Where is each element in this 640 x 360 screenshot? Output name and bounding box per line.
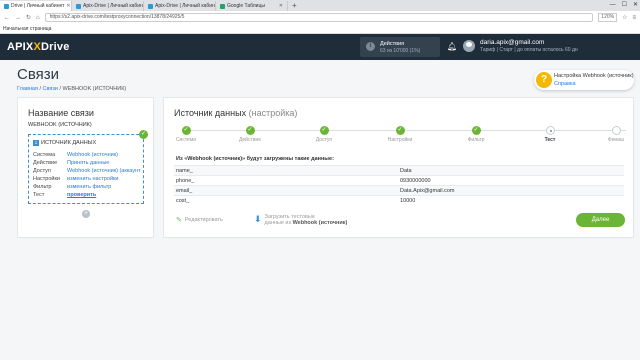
apixdrive-logo[interactable]: APIXXDrive [7, 41, 70, 53]
site-favicon-icon [4, 3, 9, 9]
breadcrumb-current: WEBHOOK (ИСТОЧНИК) [62, 86, 127, 92]
tab-label: Google Таблицы [227, 3, 265, 9]
pending-step-icon [611, 126, 621, 135]
info-icon: i [366, 42, 375, 51]
check-icon: ✓ [395, 126, 405, 135]
bell-icon[interactable]: 🔔︎ [447, 42, 457, 51]
close-window-icon[interactable]: ✕ [633, 0, 638, 10]
zoom-level[interactable]: 120% [598, 13, 618, 22]
tab-label: Apix-Drive | Личный кабинет [155, 3, 216, 9]
load-message: Из «Webhook (источник)» будут загружены … [176, 156, 334, 162]
edit-button[interactable]: ✎ Редактировать [176, 216, 223, 224]
actions-label: Действия [380, 41, 405, 47]
user-email: daria.apix@gmail.com [480, 39, 545, 46]
breadcrumb-connections[interactable]: Связи [43, 86, 58, 92]
site-favicon-icon [148, 3, 153, 9]
step-row-settings: Настройки изменить настройки [33, 176, 119, 182]
browser-tab[interactable]: Apix-Drive | Личный кабинет ✕ [144, 1, 216, 11]
step-link[interactable]: Webhook (источник) (аккаунт [67, 168, 141, 174]
next-button[interactable]: Далее [576, 213, 625, 227]
forward-icon[interactable]: → [15, 15, 21, 21]
new-tab-icon[interactable]: + [288, 1, 301, 11]
check-icon: ✓ [245, 126, 255, 135]
table-row: name_ Data [174, 165, 624, 175]
sheets-favicon-icon [220, 3, 225, 9]
download-icon: ⬇ [254, 214, 262, 224]
step-finish[interactable]: Финиш [596, 126, 636, 143]
page-title: Связи [17, 66, 60, 83]
bookmark-item[interactable]: Начальная страница [3, 26, 51, 32]
table-row: email_ Data.Apix@gmail.com [174, 185, 624, 195]
add-step-button[interactable]: + [82, 210, 90, 218]
pencil-icon: ✎ [176, 217, 182, 224]
check-icon: ✓ [319, 126, 329, 135]
app-header: APIXXDrive i Действия 63 из 10'000 (1%) … [0, 34, 640, 60]
step-link[interactable]: Webhook (источник) [67, 152, 118, 158]
test-data-table: name_ Data phone_ 0930000000 email_ Data.Ap… [174, 165, 624, 205]
bookmark-star-icon[interactable]: ☆ [622, 14, 627, 21]
maximize-icon[interactable]: ☐ [622, 0, 627, 10]
connection-panel: Название связи WEBHOOK (ИСТОЧНИК) 1 ИСТОЧ… [17, 97, 154, 238]
table-row: cost_ 10000 [174, 195, 624, 205]
step-action[interactable]: ✓ Действие [230, 126, 270, 143]
step-filter[interactable]: ✓ Фильтр [456, 126, 496, 143]
help-label: Настройка Webhook (источник) [554, 73, 634, 79]
browser-tab-bar: Drive | Личный кабинет ✕ Apix-Drive | Ли… [0, 0, 640, 11]
breadcrumb-home[interactable]: Главная [17, 86, 38, 92]
check-icon: ✓ [181, 126, 191, 135]
connection-subtitle: WEBHOOK (ИСТОЧНИК) [28, 122, 92, 128]
help-widget[interactable]: ? Настройка Webhook (источник) Справка [534, 70, 634, 90]
step-link[interactable]: изменить настройки [67, 176, 119, 182]
check-icon: ✓ [139, 130, 148, 139]
current-step-icon [545, 126, 555, 135]
load-test-data-button[interactable]: ⬇ Загрузить тестовые данные из Webhook (и… [254, 214, 347, 226]
source-step-card[interactable]: 1 ИСТОЧНИК ДАННЫХ Система Webhook (источни… [28, 134, 144, 204]
step-settings[interactable]: ✓ Настройки [380, 126, 420, 143]
minimize-icon[interactable]: — [610, 0, 616, 10]
window-controls: — ☐ ✕ [610, 0, 638, 10]
step-row-access: Доступ Webhook (источник) (аккаунт [33, 168, 141, 174]
url-input[interactable]: https://s2.apix-drive.com/testproxyconne… [44, 13, 594, 22]
step-link[interactable]: изменить фильтр [67, 184, 111, 190]
check-icon: ✓ [471, 126, 481, 135]
question-icon: ? [536, 72, 552, 88]
plan-info: Тариф | Старт | до оплаты осталось 60 дн [480, 47, 578, 53]
step-row-action: Действие Принять данные [33, 160, 110, 166]
avatar[interactable] [463, 40, 475, 52]
step-row-filter: Фильтр изменить фильтр [33, 184, 112, 190]
actions-count: 63 из 10'000 (1%) [380, 48, 421, 54]
step-system[interactable]: ✓ Система [166, 126, 206, 143]
home-icon[interactable]: ⌂ [36, 15, 40, 21]
close-icon[interactable]: ✕ [66, 1, 70, 11]
panel-title: Источник данных (настройка) [174, 108, 298, 118]
step-access[interactable]: ✓ Доступ [304, 126, 344, 143]
progress-steps: ✓ Система ✓ Действие ✓ Доступ ✓ Настройки ✓ Ф… [164, 126, 635, 146]
address-bar-row: ← → ↻ ⌂ https://s2.apix-drive.com/testpr… [0, 11, 640, 24]
bookmarks-bar: Начальная страница [0, 24, 640, 34]
browser-tab[interactable]: Apix-Drive | Личный кабинет ✕ [72, 1, 144, 11]
step-test[interactable]: Тест [530, 126, 570, 143]
browser-tab[interactable]: Google Таблицы ✕ [216, 1, 288, 11]
back-icon[interactable]: ← [4, 15, 10, 21]
connection-name-title: Название связи [28, 108, 94, 118]
reload-icon[interactable]: ↻ [26, 14, 31, 21]
step-link[interactable]: проверить [67, 192, 96, 198]
step-header: 1 ИСТОЧНИК ДАННЫХ [33, 140, 97, 146]
help-link[interactable]: Справка [554, 81, 576, 87]
user-info[interactable]: daria.apix@gmail.com Тариф | Старт | до … [480, 39, 578, 53]
menu-icon[interactable]: ≡ [632, 15, 636, 21]
step-link[interactable]: Принять данные [67, 160, 109, 166]
browser-tab[interactable]: Drive | Личный кабинет ✕ [0, 1, 72, 11]
tab-label: Drive | Личный кабинет [11, 3, 65, 9]
data-source-panel: Источник данных (настройка) ✓ Система ✓ Де… [163, 97, 634, 238]
table-row: phone_ 0930000000 [174, 175, 624, 185]
step-row-test: Тест проверить [33, 192, 97, 198]
breadcrumb: Главная / Связи / WEBHOOK (ИСТОЧНИК) [17, 86, 127, 92]
step-row-system: Система Webhook (источник) [33, 152, 118, 158]
actions-counter[interactable]: i Действия 63 из 10'000 (1%) [360, 37, 440, 57]
close-icon[interactable]: ✕ [279, 1, 283, 11]
site-favicon-icon [76, 3, 81, 9]
tab-label: Apix-Drive | Личный кабинет [83, 3, 144, 9]
